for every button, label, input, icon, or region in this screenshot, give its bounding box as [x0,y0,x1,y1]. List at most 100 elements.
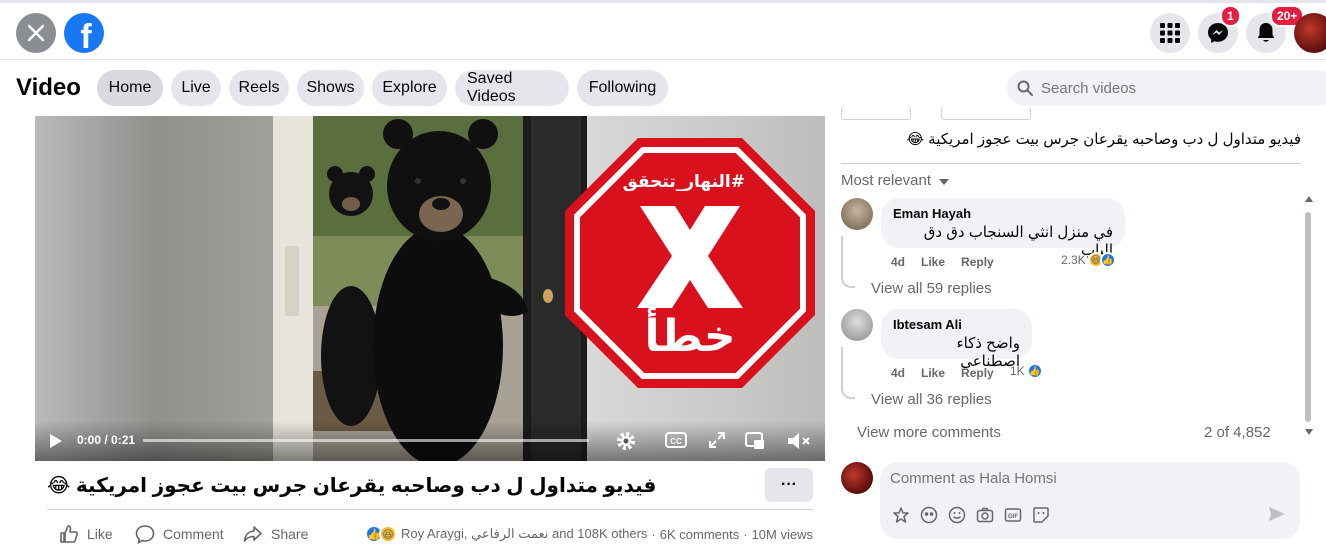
commenter-name[interactable]: Ibtesam Ali [893,317,1020,332]
comment-input[interactable] [890,470,1270,487]
reply-thread-line [841,236,855,288]
bear-scene-image [273,116,587,461]
scroll-down-arrow-icon[interactable] [1305,429,1313,435]
comment-bubble-icon [135,525,155,544]
svg-text:CC: CC [670,437,682,446]
send-icon[interactable] [1268,506,1286,522]
composer-avatar[interactable] [841,462,873,494]
mute-icon[interactable] [787,432,811,450]
comment-reply-button[interactable]: Reply [961,255,994,269]
comment-composer[interactable]: GIF [880,462,1300,539]
like-label: Like [87,526,113,542]
page-title: Video [16,74,81,101]
sort-dropdown[interactable]: Most relevant [841,172,950,189]
post-title: فيديو متداول ل دب وصاحبه يقرعان جرس بيت … [47,475,657,497]
tab-reels[interactable]: Reels [229,70,289,106]
comment-like-button[interactable]: Like [921,255,945,269]
time-display: 0:00 / 0:21 [77,433,136,447]
progress-bar[interactable] [143,439,589,442]
comment-actions: 4d Like Reply [891,366,994,380]
verdict-label: خطأ [644,311,736,362]
tab-following[interactable]: Following [577,70,668,106]
close-button[interactable] [16,13,56,53]
comments-pagination-count: 2 of 4,852 [1204,424,1271,441]
tab-explore[interactable]: Explore [372,70,447,106]
post-action-row: Like Comment Share 👍 😆 Roy Araygi, نعمت … [47,509,813,551]
share-arrow-icon [243,526,262,542]
tab-shows[interactable]: Shows [297,70,364,106]
comment-bubble: Ibtesam Ali واضح ذكاء اصطناعي [881,309,1032,370]
like-reaction-icon: 👍 [1099,252,1116,268]
post-caption: فيديو متداول ل دب وصاحبه يقرعان جرس بيت … [841,106,1301,164]
commenter-avatar[interactable] [841,198,873,230]
top-navigation-bar: f 1 20+ [0,0,1326,60]
captions-icon[interactable]: CC [665,432,687,448]
camera-icon[interactable] [976,506,994,524]
more-options-button[interactable]: ··· [765,468,813,502]
scroll-up-arrow-icon[interactable] [1305,196,1313,202]
tab-live[interactable]: Live [171,70,221,106]
grid-menu-icon [1160,23,1180,43]
search-icon [1017,80,1033,96]
comment-text: واضح ذكاء اصطناعي [956,335,1020,370]
chevron-down-icon [939,179,950,185]
avatar-sticker-icon[interactable] [892,506,910,524]
share-label: Share [271,526,309,542]
play-icon[interactable] [49,433,63,449]
tab-home[interactable]: Home [97,70,163,106]
haha-reaction-icon: 😆 [378,525,397,543]
notifications-button[interactable]: 20+ [1246,5,1305,53]
view-replies-link[interactable]: View all 36 replies [871,391,992,408]
view-more-comments-link[interactable]: View more comments [857,424,1001,441]
comment-reaction-count: 1K [1010,364,1025,378]
reply-thread-line [841,347,855,399]
sticker-icon[interactable] [1032,506,1050,524]
share-button[interactable]: Share [243,524,308,544]
profile-avatar[interactable] [1294,13,1326,53]
comment-bubble: Eman Hayah في منزل انثي السنجاب دق دق ال… [881,198,1125,259]
comment-label: Comment [163,526,224,542]
post-details: فيديو متداول ل دب وصاحبه يقرعان جرس بيت … [35,461,825,551]
comment-age[interactable]: 4d [891,255,905,269]
comment-actions: 4d Like Reply [891,255,994,269]
menu-button[interactable] [1150,13,1190,53]
expand-icon[interactable] [709,432,725,448]
like-reaction-icon: 👍 [1026,363,1043,379]
video-header: Video Home Live Reels Shows Explore Save… [0,60,1326,116]
comment-button[interactable]: Comment [135,524,224,544]
comment-reply-button[interactable]: Reply [961,366,994,380]
comment-reactions[interactable]: 1K 👍 [1010,363,1043,379]
like-button[interactable]: Like [59,524,113,544]
player-controls: 0:00 / 0:21 CC [35,421,825,461]
composer-tools: GIF [892,506,1050,524]
scrollbar-thumb[interactable] [1305,212,1311,422]
comment-age[interactable]: 4d [891,366,905,380]
commenter-avatar[interactable] [841,309,873,341]
settings-gear-icon[interactable] [615,430,637,452]
view-replies-link[interactable]: View all 59 replies [871,280,992,297]
emoji-icon[interactable] [948,506,966,524]
gif-icon[interactable]: GIF [1004,506,1022,524]
video-frame [273,116,587,461]
messenger-button[interactable]: 1 [1198,5,1241,53]
comments-panel: فيديو متداول ل دب وصاحبه يقرعان جرس بيت … [825,106,1326,551]
mini-player-icon[interactable] [745,432,765,450]
sort-label: Most relevant [841,172,932,189]
commenter-name[interactable]: Eman Hayah [893,206,1113,221]
comment-reaction-count: 2.3K [1061,253,1086,267]
video-player[interactable]: #النهار_تتحقق خطأ 0:00 / 0:21 CC [35,116,825,461]
avatar-face-icon[interactable] [920,506,938,524]
tab-saved-videos[interactable]: Saved Videos [455,70,569,106]
comments-count[interactable]: 6K comments [660,527,739,542]
messenger-badge: 1 [1220,5,1241,27]
post-stats: 👍 😆 Roy Araygi, نعمت الرفاعي and 108K ot… [364,525,813,543]
facebook-logo[interactable]: f [64,13,104,53]
video-blur-left [35,116,275,461]
comment-reactions[interactable]: 2.3K 😆 👍 [1061,252,1116,268]
reactions-summary[interactable]: Roy Araygi, نعمت الرفاعي and 108K others [401,526,647,542]
search-box[interactable] [1007,70,1326,106]
bell-icon [1257,23,1275,42]
search-input[interactable] [1041,79,1291,97]
comment-like-button[interactable]: Like [921,366,945,380]
thumbs-up-icon [60,525,78,543]
